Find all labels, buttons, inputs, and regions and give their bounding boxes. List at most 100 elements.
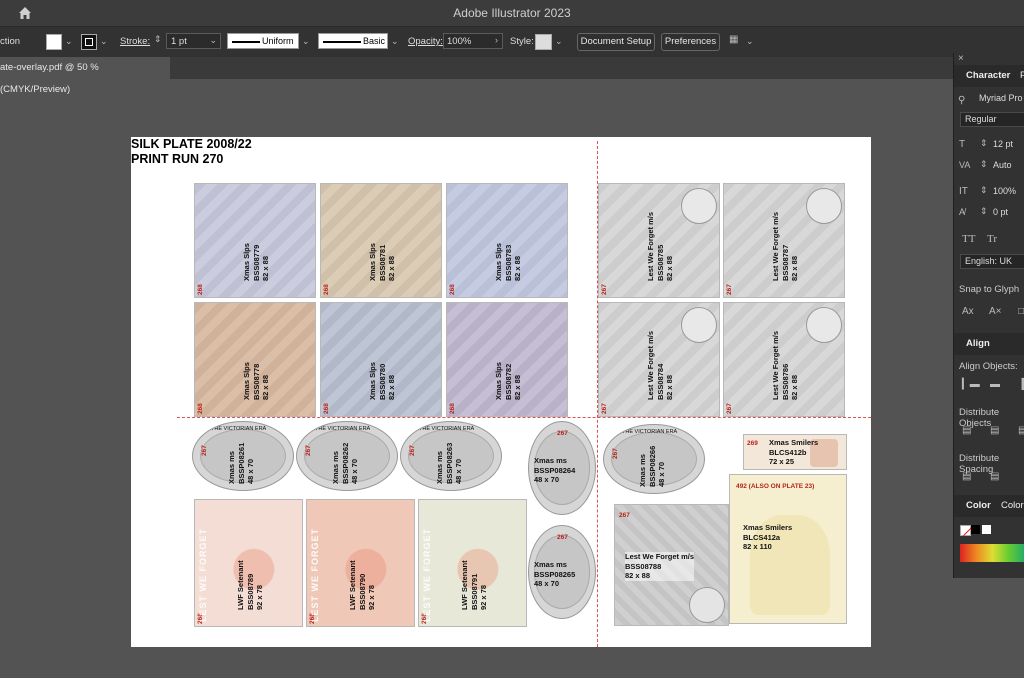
white-swatch[interactable] — [982, 525, 991, 534]
run-number: 268 — [323, 403, 330, 414]
language-field[interactable]: English: UK — [960, 254, 1024, 269]
item-label: LWF Setenant BSS08790 92 x 78 — [348, 560, 376, 610]
arrange-chevron-icon[interactable]: ⌄ — [746, 36, 754, 47]
close-icon[interactable]: × — [958, 53, 964, 64]
lest-we-forget-upright[interactable]: 267 Lest We Forget m/s BSS08788 82 x 88 — [614, 504, 729, 626]
vertical-scale-field[interactable]: 100% — [989, 185, 1024, 200]
xmas-slip-stamp[interactable]: 268 Xmas Slps BSS08781 82 x 88 — [320, 183, 442, 298]
stroke-stepper-icon[interactable]: ⇕ — [154, 34, 162, 45]
distribute-spacing-h-icon[interactable]: ▤ — [990, 471, 999, 482]
snap-to-glyph-label: Snap to Glyph — [959, 284, 1020, 295]
tab-align[interactable]: Align — [966, 338, 990, 349]
run-number: 267 — [601, 284, 608, 295]
item-label: Xmas ms BSSP08264 48 x 70 — [534, 456, 576, 484]
run-number: 267 — [601, 403, 608, 414]
tracking-field[interactable]: 0 pt — [989, 206, 1024, 221]
item-label: Xmas Slps BSS08783 82 x 88 — [494, 243, 522, 281]
color-spectrum[interactable] — [960, 544, 1024, 562]
chevron-right-icon: › — [495, 35, 498, 45]
tab-character[interactable]: Character — [966, 70, 1010, 81]
lest-we-forget-stamp[interactable]: 267 Lest We Forget m/s BSS08786 82 x 88 — [723, 302, 845, 417]
xmas-slip-stamp[interactable]: 268 Xmas Slps BSS08779 82 x 88 — [194, 183, 316, 298]
align-right-icon[interactable]: ▐ — [1018, 379, 1024, 390]
style-chevron-icon[interactable]: ⌄ — [555, 36, 563, 47]
item-label: Xmas Slps BSS08779 82 x 88 — [242, 243, 270, 281]
victorian-oval-stamp[interactable]: THE VICTORIAN ERA 267 Xmas ms BSSP08261 … — [192, 421, 294, 491]
font-style-field[interactable]: Regular — [960, 112, 1024, 127]
xmas-smilers-small[interactable]: 269 Xmas Smilers BLCS412b 72 x 25 — [743, 434, 847, 470]
leading-field[interactable]: Auto — [989, 159, 1024, 174]
align-left-icon[interactable]: ▎▬ — [962, 379, 980, 390]
none-swatch[interactable] — [960, 525, 973, 537]
search-icon[interactable]: ⚲ — [958, 95, 965, 106]
preferences-button[interactable]: Preferences — [661, 33, 720, 51]
document-setup-button[interactable]: Document Setup — [577, 33, 655, 51]
lest-we-forget-stamp[interactable]: 267 Lest We Forget m/s BSS08787 82 x 88 — [723, 183, 845, 298]
distribute-bottom-icon[interactable]: ▤ — [1018, 425, 1024, 436]
opacity-field[interactable]: 100% › — [443, 33, 503, 49]
stroke-chevron-icon[interactable]: ⌄ — [100, 36, 108, 47]
tab-paragraph[interactable]: P — [1020, 70, 1024, 81]
all-caps-icon[interactable]: TT — [962, 233, 975, 245]
small-caps-icon[interactable]: Tr — [987, 233, 997, 245]
stepper-icon[interactable]: ⇕ — [980, 138, 988, 149]
crest-emblem-icon — [681, 188, 717, 224]
stroke-label[interactable]: Stroke: — [120, 36, 150, 47]
snap-baseline-icon[interactable]: Ax — [962, 306, 974, 317]
tab-color[interactable]: Color — [966, 500, 991, 511]
xmas-smilers-large[interactable]: 492 (ALSO ON PLATE 23) Xmas Smilers BLCS… — [729, 474, 847, 624]
snap-xheight-icon[interactable]: A× — [989, 306, 1002, 317]
lwf-setenant-stamp[interactable]: 268 LWF Setenant BSS08791 92 x 78 LEST WE FO… — [418, 499, 527, 627]
tab-color-guide[interactable]: Color — [1001, 500, 1024, 511]
distribute-spacing-v-icon[interactable]: ▤ — [962, 471, 971, 482]
item-label: Lest We Forget m/s BSS08786 82 x 88 — [771, 330, 799, 400]
color-panel-header: Color Color — [954, 495, 1024, 517]
vertical-scale-icon: IT — [959, 186, 968, 197]
variable-width-profile[interactable]: Uniform — [227, 33, 299, 49]
run-number: 267 — [726, 403, 733, 414]
control-bar: ction ⌄ ⌄ Stroke: ⇕ 1 pt ⌄ Uniform ⌄ Bas… — [0, 26, 1024, 58]
artboard[interactable]: SILK PLATE 2008/22 PRINT RUN 270 267 Les… — [131, 137, 871, 647]
xmas-slip-stamp[interactable]: 268 Xmas Slps BSS08780 82 x 88 — [320, 302, 442, 417]
font-size-field[interactable]: 12 pt — [989, 138, 1024, 153]
black-swatch[interactable] — [971, 525, 980, 534]
xmas-slip-stamp[interactable]: 268 Xmas Slps BSS08783 82 x 88 — [446, 183, 568, 298]
oval-caption: THE VICTORIAN ERA — [315, 426, 371, 432]
lest-we-forget-stamp[interactable]: 267 Lest We Forget m/s BSS08784 82 x 88 — [598, 302, 720, 417]
fill-swatch[interactable] — [46, 34, 62, 50]
snap-bounds-icon[interactable]: □ — [1018, 306, 1024, 317]
lwf-setenant-stamp[interactable]: 268 LWF Setenant BSS08790 92 x 78 LEST WE FO… — [306, 499, 415, 627]
stepper-icon[interactable]: ⇕ — [980, 159, 988, 170]
profile-chevron-icon[interactable]: ⌄ — [302, 36, 310, 47]
banner-text: LEST WE FORGET — [198, 528, 208, 622]
run-number: 268 — [323, 284, 330, 295]
xmas-slip-stamp[interactable]: 268 Xmas Slps BSS08782 82 x 88 — [446, 302, 568, 417]
distribute-top-icon[interactable]: ▤ — [962, 425, 971, 436]
stepper-icon[interactable]: ⇕ — [980, 185, 988, 196]
run-number: 267 — [612, 448, 619, 459]
plate-title: SILK PLATE 2008/22 — [131, 137, 252, 151]
lest-we-forget-stamp[interactable]: 267 Lest We Forget m/s BSS08785 82 x 88 — [598, 183, 720, 298]
run-number: 267 — [201, 445, 208, 456]
stepper-icon[interactable]: ⇕ — [980, 206, 988, 217]
align-center-icon[interactable]: ▬ — [990, 379, 1000, 390]
victorian-oval-stamp[interactable]: THE VICTORIAN ERA 267 Xmas ms BSSP08263 … — [400, 421, 502, 491]
arrange-documents-icon[interactable]: ▦ — [729, 34, 738, 45]
brush-definition[interactable]: Basic — [318, 33, 388, 49]
upright-oval-stamp[interactable]: 267 Xmas ms BSSP08264 48 x 70 — [528, 421, 596, 515]
upright-oval-stamp[interactable]: 267 Xmas ms BSSP08265 48 x 70 — [528, 525, 596, 619]
stroke-swatch[interactable] — [81, 34, 97, 50]
stroke-weight-field[interactable]: 1 pt ⌄ — [166, 33, 221, 49]
opacity-label[interactable]: Opacity: — [408, 36, 443, 47]
run-number: 267 — [619, 512, 630, 519]
victorian-oval-stamp[interactable]: THE VICTORIAN ERA 267 Xmas ms BSSP08266 … — [603, 424, 705, 494]
xmas-slip-stamp[interactable]: 268 Xmas Slps BSS08778 82 x 88 — [194, 302, 316, 417]
lwf-setenant-stamp[interactable]: 268 LWF Setenant BSS08789 92 x 78 LEST WE FO… — [194, 499, 303, 627]
document-tab[interactable]: ate-overlay.pdf @ 50 % (CMYK/Preview) — [0, 57, 170, 95]
fill-chevron-icon[interactable]: ⌄ — [65, 36, 73, 47]
distribute-center-icon[interactable]: ▤ — [990, 425, 999, 436]
brush-chevron-icon[interactable]: ⌄ — [391, 36, 399, 47]
victorian-oval-stamp[interactable]: THE VICTORIAN ERA 267 Xmas ms BSSP08262 … — [296, 421, 398, 491]
style-swatch[interactable] — [535, 34, 552, 50]
font-family-field[interactable]: Myriad Pro — [975, 92, 1024, 107]
